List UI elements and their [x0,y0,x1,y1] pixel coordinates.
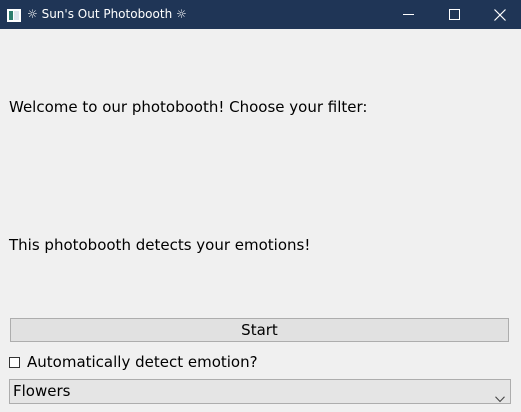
checkbox-box[interactable] [9,356,20,368]
filter-selected-value: Flowers [13,382,71,400]
close-button[interactable] [477,0,521,29]
start-button[interactable]: Start [10,318,509,342]
app-icon [7,7,21,22]
maximize-icon [448,9,460,20]
auto-detect-checkbox[interactable]: Automatically detect emotion? [9,352,258,372]
title-bar[interactable]: ☼ Sun's Out Photobooth ☼ [0,0,521,29]
close-icon [494,8,506,21]
photobooth-window: ☼ Sun's Out Photobooth ☼ Welcome to our … [0,0,521,412]
maximize-button[interactable] [431,0,477,29]
welcome-label: Welcome to our photobooth! Choose your f… [9,98,368,116]
chevron-down-icon [495,388,505,407]
minimize-button[interactable] [385,0,431,29]
auto-detect-label[interactable]: Automatically detect emotion? [27,353,258,372]
emotion-info-label: This photobooth detects your emotions! [9,236,311,254]
filter-dropdown[interactable]: Flowers [9,379,511,404]
window-title: ☼ Sun's Out Photobooth ☼ [27,7,187,21]
minimize-icon [402,14,414,15]
